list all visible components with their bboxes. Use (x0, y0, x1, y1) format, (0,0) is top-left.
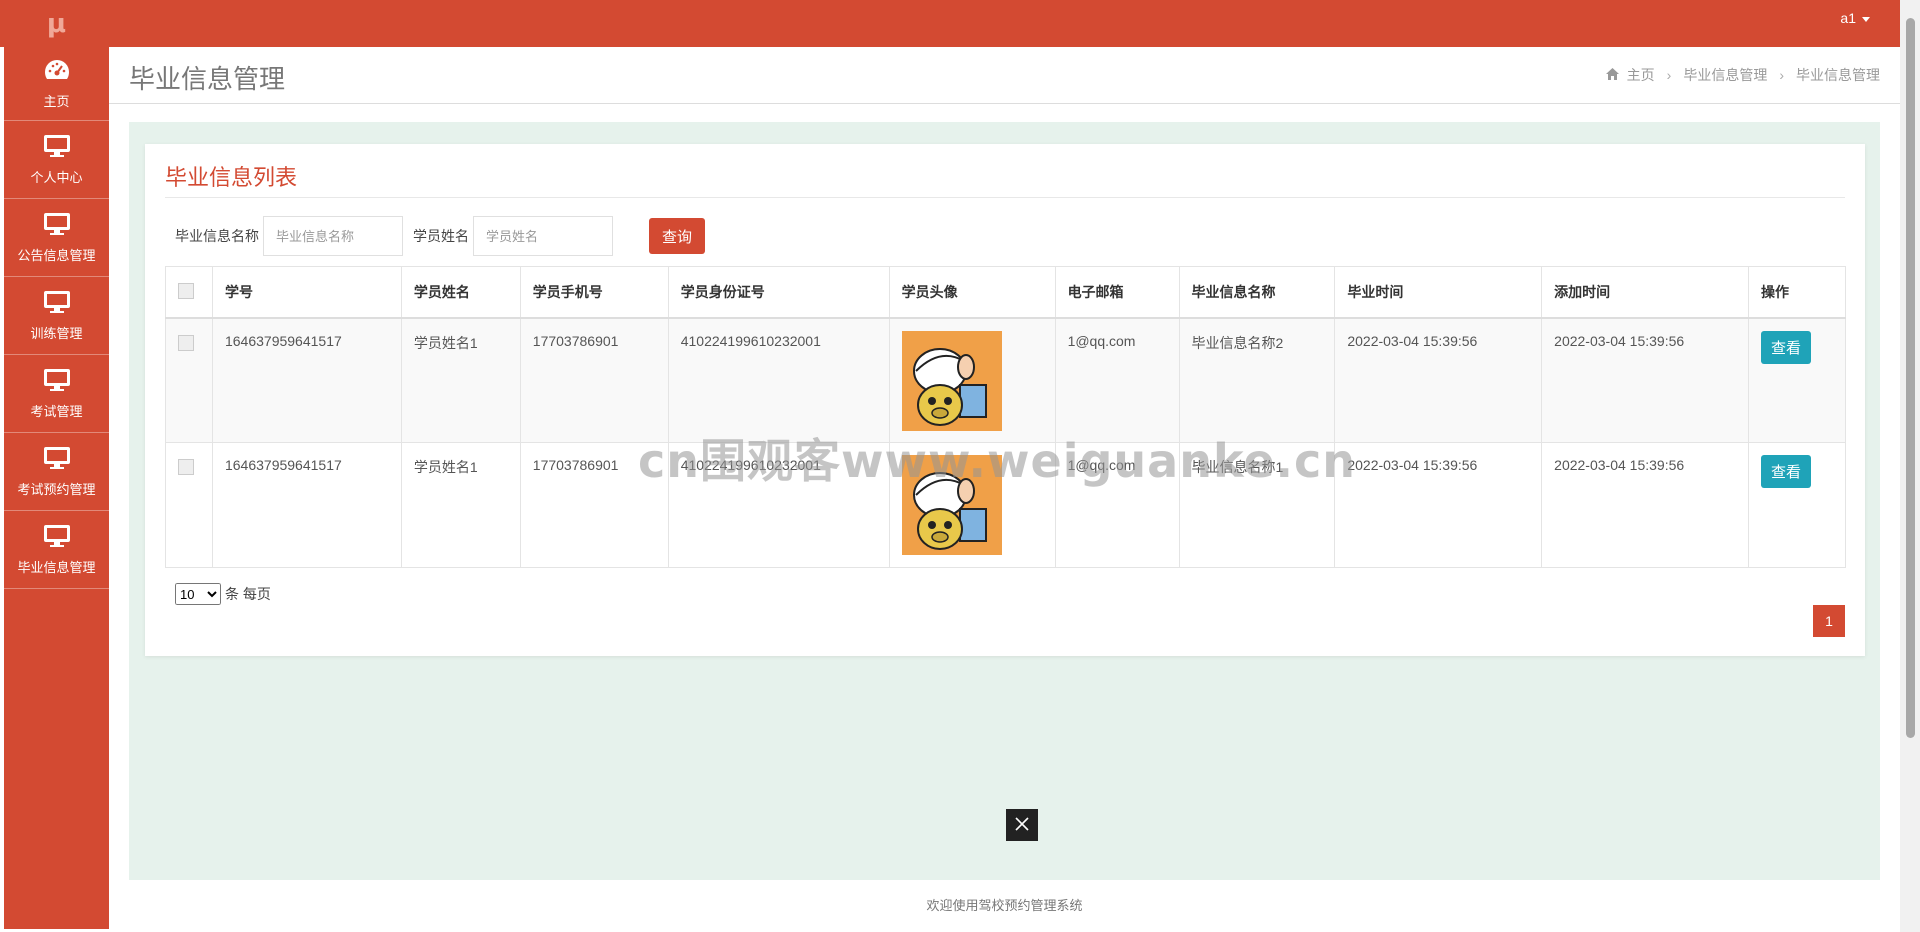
grad-name-cell: 毕业信息名称2 (1178, 317, 1336, 443)
sidebar-item-label: 毕业信息管理 (17, 560, 96, 575)
monitor-icon (43, 289, 71, 315)
sidebar-item-training-management[interactable]: 训练管理 (4, 277, 109, 355)
search-form: 毕业信息名称 学员姓名 查询 (165, 216, 705, 256)
select-all-checkbox[interactable] (178, 283, 194, 300)
scrollbar-thumb[interactable] (1906, 18, 1915, 738)
sidebar-item-notice-management[interactable]: 公告信息管理 (4, 199, 109, 277)
sidebar-item-label: 主页 (43, 94, 70, 109)
page-title: 毕业信息管理 (129, 64, 286, 94)
column-header: 学员姓名 (400, 266, 521, 319)
view-button[interactable]: 查看 (1760, 330, 1811, 364)
footer: 欢迎使用驾校预约管理系统 (109, 880, 1900, 929)
chevron-right-icon: › (1779, 67, 1784, 83)
column-header: 毕业信息名称 (1178, 266, 1336, 319)
grad-time-cell: 2022-03-04 15:39:56 (1334, 317, 1543, 443)
sidebar-item-personal-center[interactable]: 个人中心 (4, 121, 109, 199)
sidebar-item-graduation-management[interactable]: 毕业信息管理 (4, 511, 109, 589)
app-logo[interactable]: μ (4, 0, 109, 47)
row-checkbox[interactable] (178, 334, 194, 351)
student-name-input[interactable] (473, 216, 613, 256)
chevron-right-icon: › (1666, 67, 1672, 83)
query-button[interactable]: 查询 (649, 218, 705, 254)
sidebar: 主页 个人中心 公告信息管理 训练管理 考试管理 考试预约管理 毕业信息管理 (4, 47, 109, 929)
top-navbar: μ a1 (0, 0, 1900, 47)
breadcrumb-section[interactable]: 毕业信息管理 (1683, 65, 1767, 85)
column-header: 操作 (1747, 266, 1847, 319)
list-panel: 毕业信息列表 毕业信息名称 学员姓名 查询 学号 学员姓名 学员手机号 学员身份… (145, 144, 1865, 656)
added-time-cell: 2022-03-04 15:39:56 (1541, 442, 1749, 568)
page-header: 毕业信息管理 主页 › 毕业信息管理 › 毕业信息管理 (109, 47, 1900, 104)
sidebar-item-label: 公告信息管理 (17, 248, 96, 263)
sidebar-item-home[interactable]: 主页 (4, 47, 109, 121)
home-icon (1605, 67, 1619, 83)
grad-name-label: 毕业信息名称 (175, 228, 259, 244)
sidebar-item-label: 考试预约管理 (17, 482, 96, 497)
column-header: 学员头像 (888, 266, 1056, 319)
caret-down-icon (1862, 16, 1870, 22)
column-header: 添加时间 (1541, 266, 1749, 319)
student-name-cell: 学员姓名1 (400, 317, 521, 443)
action-cell: 查看 (1747, 442, 1847, 568)
student-avatar (901, 455, 1002, 558)
table-row: 164637959641517 学员姓名1 17703786901 410224… (165, 317, 1847, 443)
monitor-icon (43, 367, 71, 393)
breadcrumb-current: 毕业信息管理 (1796, 67, 1880, 83)
student-name-label: 学员姓名 (413, 228, 469, 244)
page-size-suffix: 条 每页 (225, 586, 271, 602)
column-header: 电子邮箱 (1054, 266, 1180, 319)
added-time-cell: 2022-03-04 15:39:56 (1541, 317, 1749, 443)
close-button[interactable] (1006, 809, 1038, 841)
monitor-icon (43, 211, 71, 237)
monitor-icon (43, 523, 71, 549)
watermark-text: cn围观客www.weiguanke.cn (638, 434, 1357, 488)
row-checkbox[interactable] (178, 459, 194, 475)
email-cell: 1@qq.com (1054, 317, 1180, 443)
panel-divider (165, 197, 1845, 198)
table-header-row: 学号 学员姓名 学员手机号 学员身份证号 学员头像 电子邮箱 毕业信息名称 毕业… (165, 266, 1847, 319)
dashboard-icon (44, 57, 70, 83)
breadcrumb-home[interactable]: 主页 (1627, 65, 1655, 85)
column-header: 学员手机号 (519, 266, 669, 319)
sidebar-item-label: 考试管理 (30, 404, 83, 419)
column-header: 学员身份证号 (667, 266, 890, 319)
view-button[interactable]: 查看 (1760, 455, 1811, 488)
student-id-cell: 164637959641517 (211, 442, 402, 568)
grad-name-input[interactable] (263, 216, 403, 256)
idcard-cell: 410224199610232001 (667, 317, 890, 443)
action-cell: 查看 (1747, 317, 1847, 443)
column-header: 学号 (211, 266, 402, 319)
user-name: a1 (1840, 10, 1856, 26)
breadcrumb: 主页 › 毕业信息管理 › 毕业信息管理 (1605, 65, 1880, 85)
column-header: 毕业时间 (1334, 266, 1543, 319)
student-name-cell: 学员姓名1 (400, 442, 521, 568)
page-size-control: 10 条 每页 (175, 583, 271, 605)
panel-title: 毕业信息列表 (165, 165, 298, 190)
pagination-page-1[interactable]: 1 (1813, 605, 1845, 637)
row-select-cell (165, 317, 213, 443)
graduation-table: 学号 学员姓名 学员手机号 学员身份证号 学员头像 电子邮箱 毕业信息名称 毕业… (165, 266, 1847, 568)
avatar-cell (888, 317, 1056, 443)
footer-text: 欢迎使用驾校预约管理系统 (926, 898, 1083, 913)
page-size-select[interactable]: 10 (175, 583, 221, 605)
monitor-icon (43, 133, 71, 159)
user-menu[interactable]: a1 (1840, 10, 1870, 26)
sidebar-item-exam-booking-management[interactable]: 考试预约管理 (4, 433, 109, 511)
row-select-cell (165, 442, 213, 568)
sidebar-item-exam-management[interactable]: 考试管理 (4, 355, 109, 433)
phone-cell: 17703786901 (519, 317, 669, 443)
sidebar-item-label: 训练管理 (30, 326, 83, 341)
monitor-icon (43, 445, 71, 471)
page-scrollbar[interactable] (1900, 0, 1920, 932)
select-all-cell (165, 266, 213, 319)
close-icon (1015, 816, 1029, 834)
grad-time-cell: 2022-03-04 15:39:56 (1334, 442, 1543, 568)
student-id-cell: 164637959641517 (211, 317, 402, 443)
sidebar-item-label: 个人中心 (30, 170, 83, 185)
